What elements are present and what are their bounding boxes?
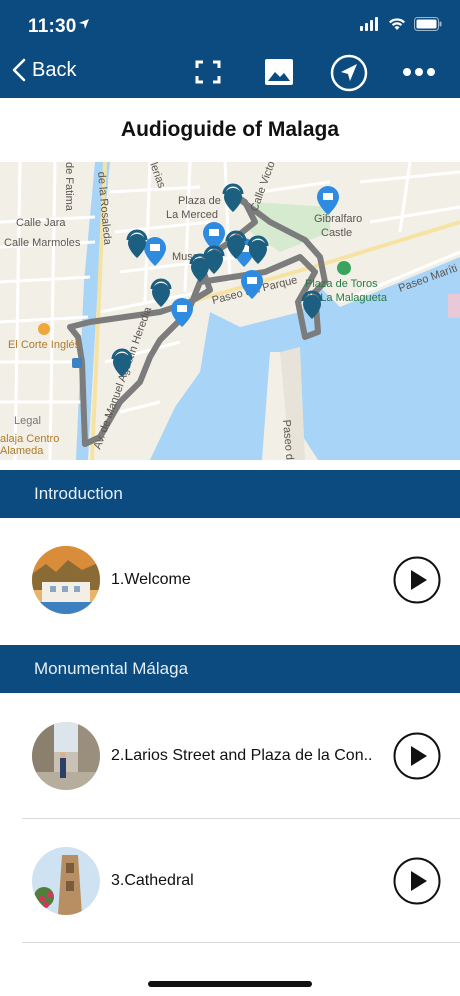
more-icon[interactable] (401, 62, 437, 82)
section-title: Monumental Málaga (34, 659, 189, 678)
home-indicator[interactable] (148, 981, 312, 987)
list-item[interactable]: 3.Cathedral (0, 819, 460, 943)
list-item[interactable]: 2.Larios Street and Plaza de la Con... (0, 694, 460, 818)
chevron-left-icon (12, 58, 26, 82)
item-label: 1.Welcome (111, 571, 191, 588)
battery-icon (414, 17, 442, 31)
status-icons (360, 17, 442, 31)
play-button[interactable] (393, 732, 441, 780)
signal-icon (360, 17, 378, 31)
section-title: Introduction (34, 484, 123, 503)
list-item[interactable]: 1.Welcome (0, 518, 460, 642)
fullscreen-icon[interactable] (195, 54, 221, 90)
page-title: Audioguide of Malaga (0, 98, 460, 162)
cathedral-thumbnail (32, 847, 100, 915)
navigate-icon[interactable] (330, 54, 368, 92)
top-bar: 11:30 Back (0, 0, 460, 98)
item-label: 3.Cathedral (111, 872, 194, 889)
bullring-poi-icon (337, 261, 351, 275)
map-label-fatima: de Fatima (63, 162, 75, 212)
welcome-thumbnail (32, 546, 100, 614)
image-icon[interactable] (264, 54, 294, 90)
list-divider (22, 942, 460, 943)
play-icon (411, 871, 427, 891)
play-button[interactable] (393, 556, 441, 604)
map-label-calle-jara: Calle Jara (16, 217, 66, 229)
building-area (448, 294, 460, 318)
item-label: 2.Larios Street and Plaza de la Con... (111, 747, 371, 764)
play-icon (411, 570, 427, 590)
back-button[interactable]: Back (12, 58, 76, 82)
map-label-legal: Legal (14, 415, 41, 427)
parking-poi-icon (72, 358, 82, 368)
larios-street-thumbnail (32, 722, 100, 790)
play-icon (411, 746, 427, 766)
location-arrow-icon (79, 19, 89, 29)
map-label-corte-ingles: El Corte Inglés (8, 339, 81, 351)
wifi-icon (389, 18, 405, 30)
shopping-poi-icon (38, 323, 50, 335)
section-header-monumental-malaga: Monumental Málaga (0, 645, 460, 693)
play-button[interactable] (393, 857, 441, 905)
back-label: Back (32, 58, 77, 81)
section-header-introduction: Introduction (0, 470, 460, 518)
route-map[interactable]: de la Rosaleda de Fatima Calle Jara Call… (0, 162, 460, 460)
status-time: 11:30 (28, 16, 77, 37)
map-label-calle-marmoles: Calle Marmoles (4, 237, 81, 249)
